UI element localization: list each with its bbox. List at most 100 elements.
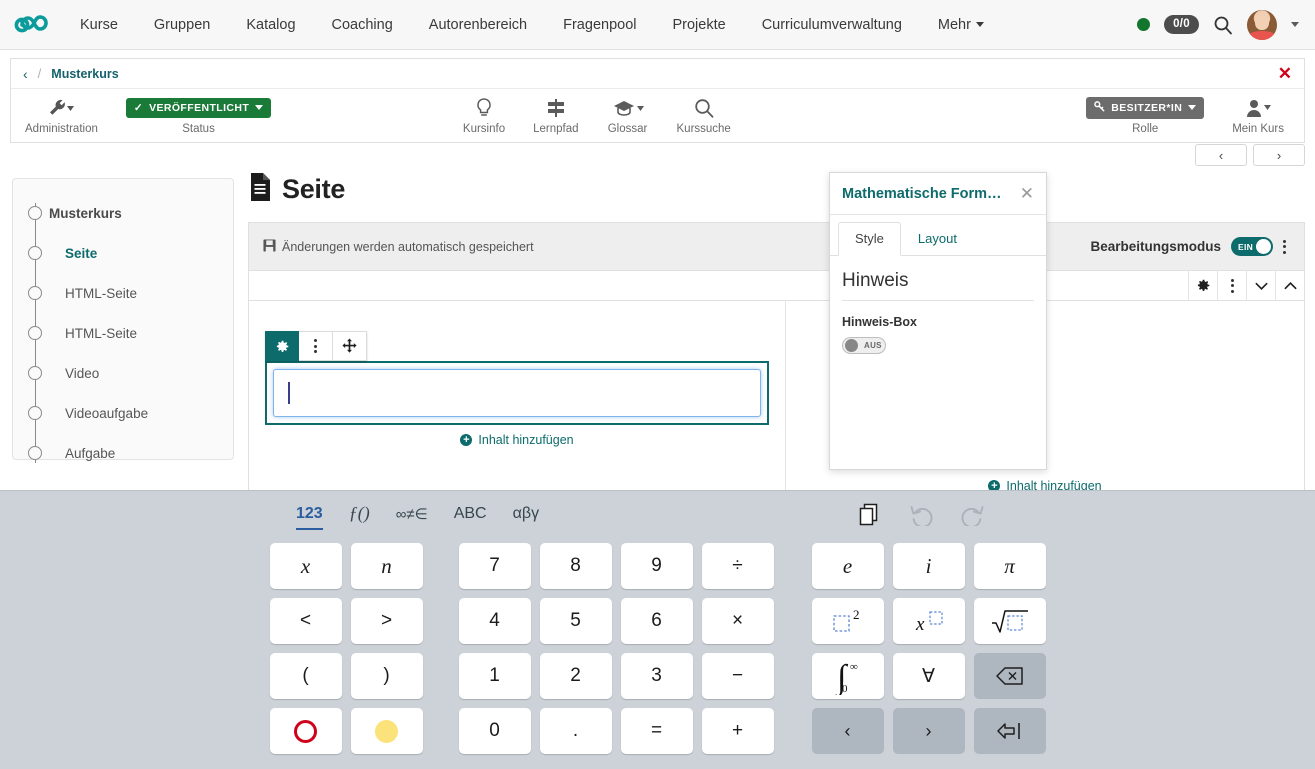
key-5[interactable]: 5 [540, 598, 612, 644]
key-empty-circle[interactable] [270, 708, 342, 754]
close-course-icon[interactable]: ✕ [1278, 65, 1292, 82]
key-pi[interactable]: π [974, 543, 1046, 589]
kb-tab-numbers[interactable]: 123 [296, 505, 323, 530]
chevron-up-icon[interactable] [1275, 271, 1304, 300]
nav-item-gruppen[interactable]: Gruppen [136, 0, 228, 50]
key-cursor-left[interactable]: ‹ [812, 708, 884, 754]
key-4[interactable]: 4 [459, 598, 531, 644]
kb-tab-symbols[interactable]: ∞≠∈ [396, 505, 428, 530]
key-equals[interactable]: = [621, 708, 693, 754]
nav-item-katalog[interactable]: Katalog [228, 0, 313, 50]
prev-page-button[interactable]: ‹ [1195, 144, 1247, 166]
keyboard-rows: x n < > ( ) 7 8 9 ÷ 4 5 6 × 1 2 [0, 543, 1315, 754]
redo-icon[interactable] [961, 504, 985, 531]
key-x[interactable]: x [270, 543, 342, 589]
rolle-button[interactable]: BESITZER*IN Rolle [1072, 97, 1218, 135]
key-backspace[interactable] [974, 653, 1046, 699]
tab-style[interactable]: Style [838, 222, 901, 256]
kb-tab-functions[interactable]: ƒ() [349, 503, 370, 531]
chevron-down-icon[interactable] [1246, 271, 1275, 300]
kb-tab-greek[interactable]: αβγ [513, 505, 539, 530]
key-7[interactable]: 7 [459, 543, 531, 589]
key-e[interactable]: e [812, 543, 884, 589]
formula-block[interactable] [265, 361, 769, 425]
undo-icon[interactable] [909, 504, 933, 531]
key-filled-circle[interactable] [351, 708, 423, 754]
glossar-button[interactable]: Glossar [593, 97, 663, 135]
nav-item-fragenpool[interactable]: Fragenpool [545, 0, 654, 50]
key-close-paren[interactable]: ) [351, 653, 423, 699]
key-cursor-right[interactable]: › [893, 708, 965, 754]
nav-item-autorenbereich[interactable]: Autorenbereich [411, 0, 545, 50]
avatar[interactable] [1247, 10, 1277, 40]
key-3[interactable]: 3 [621, 653, 693, 699]
status-button[interactable]: ✓ VERÖFFENTLICHT Status [112, 97, 285, 135]
move-icon[interactable] [333, 331, 367, 361]
nav-right-cluster: 0/0 [1137, 10, 1315, 40]
kurssuche-button[interactable]: Kurssuche [663, 97, 745, 135]
nav-item-curriculumverwaltung[interactable]: Curriculumverwaltung [744, 0, 920, 50]
next-page-button[interactable]: › [1253, 144, 1305, 166]
nav-item-mehr[interactable]: Mehr [920, 0, 1002, 50]
key-x-power[interactable]: x [893, 598, 965, 644]
key-1[interactable]: 1 [459, 653, 531, 699]
key-6[interactable]: 6 [621, 598, 693, 644]
gear-icon[interactable] [265, 331, 299, 361]
tab-layout[interactable]: Layout [901, 222, 974, 256]
key-integral[interactable]: ∫∞0 [812, 653, 884, 699]
kebab-icon[interactable] [1217, 271, 1246, 300]
key-8[interactable]: 8 [540, 543, 612, 589]
user-menu-chevron-icon[interactable] [1291, 16, 1299, 34]
breadcrumb-current[interactable]: Musterkurs [51, 67, 118, 81]
key-enter[interactable] [974, 708, 1046, 754]
lernpfad-button[interactable]: Lernpfad [519, 97, 592, 135]
sidebar-item-musterkurs[interactable]: Musterkurs [13, 193, 233, 233]
key-divide[interactable]: ÷ [702, 543, 774, 589]
kebab-icon[interactable] [299, 331, 333, 361]
key-minus[interactable]: − [702, 653, 774, 699]
add-content-left-button[interactable]: + Inhalt hinzufügen [249, 425, 785, 457]
administration-button[interactable]: Administration [11, 97, 112, 135]
gear-icon[interactable] [1188, 271, 1217, 300]
panel-kebab-icon[interactable] [1283, 240, 1286, 254]
sidebar-item-html-seite-1[interactable]: HTML-Seite [13, 273, 233, 313]
kursinfo-button[interactable]: Kursinfo [449, 97, 519, 135]
key-0[interactable]: 0 [459, 708, 531, 754]
key-9[interactable]: 9 [621, 543, 693, 589]
key-greater-than[interactable]: > [351, 598, 423, 644]
formula-input[interactable] [273, 369, 761, 417]
dialog-header: Mathematische Form… ✕ [830, 173, 1046, 215]
key-multiply[interactable]: × [702, 598, 774, 644]
sidebar-item-videoaufgabe[interactable]: Videoaufgabe [13, 393, 233, 433]
key-i[interactable]: i [893, 543, 965, 589]
kb-tab-abc[interactable]: ABC [454, 505, 487, 530]
mein-kurs-button[interactable]: Mein Kurs [1218, 97, 1298, 135]
sidebar-item-video[interactable]: Video [13, 353, 233, 393]
course-tree: Musterkurs Seite HTML-Seite HTML-Seite V… [13, 193, 233, 473]
infinity-logo[interactable] [0, 13, 62, 37]
nav-item-projekte[interactable]: Projekte [654, 0, 743, 50]
edit-mode-toggle[interactable]: EIN [1231, 237, 1273, 256]
sidebar-item-html-seite-2[interactable]: HTML-Seite [13, 313, 233, 353]
sidebar-item-seite[interactable]: Seite [13, 233, 233, 273]
nav-item-coaching[interactable]: Coaching [314, 0, 411, 50]
copy-icon[interactable] [859, 503, 881, 532]
close-icon[interactable]: ✕ [1020, 185, 1034, 202]
key-n[interactable]: n [351, 543, 423, 589]
hinweis-box-toggle[interactable]: AUS [842, 337, 886, 354]
breadcrumb-back-icon[interactable]: ‹ [23, 66, 28, 82]
key-decimal-point[interactable]: . [540, 708, 612, 754]
key-plus[interactable]: + [702, 708, 774, 754]
nav-item-kurse[interactable]: Kurse [62, 0, 136, 50]
lightbulb-icon [474, 97, 494, 119]
editor-column-left-inner [249, 301, 785, 425]
search-icon[interactable] [1213, 15, 1233, 35]
key-square-root[interactable] [974, 598, 1046, 644]
key-open-paren[interactable]: ( [270, 653, 342, 699]
sidebar-item-aufgabe[interactable]: Aufgabe [13, 433, 233, 473]
key-less-than[interactable]: < [270, 598, 342, 644]
key-square-power[interactable]: 2 [812, 598, 884, 644]
notification-count-badge[interactable]: 0/0 [1164, 15, 1199, 34]
key-2[interactable]: 2 [540, 653, 612, 699]
key-for-all[interactable]: ∀ [893, 653, 965, 699]
